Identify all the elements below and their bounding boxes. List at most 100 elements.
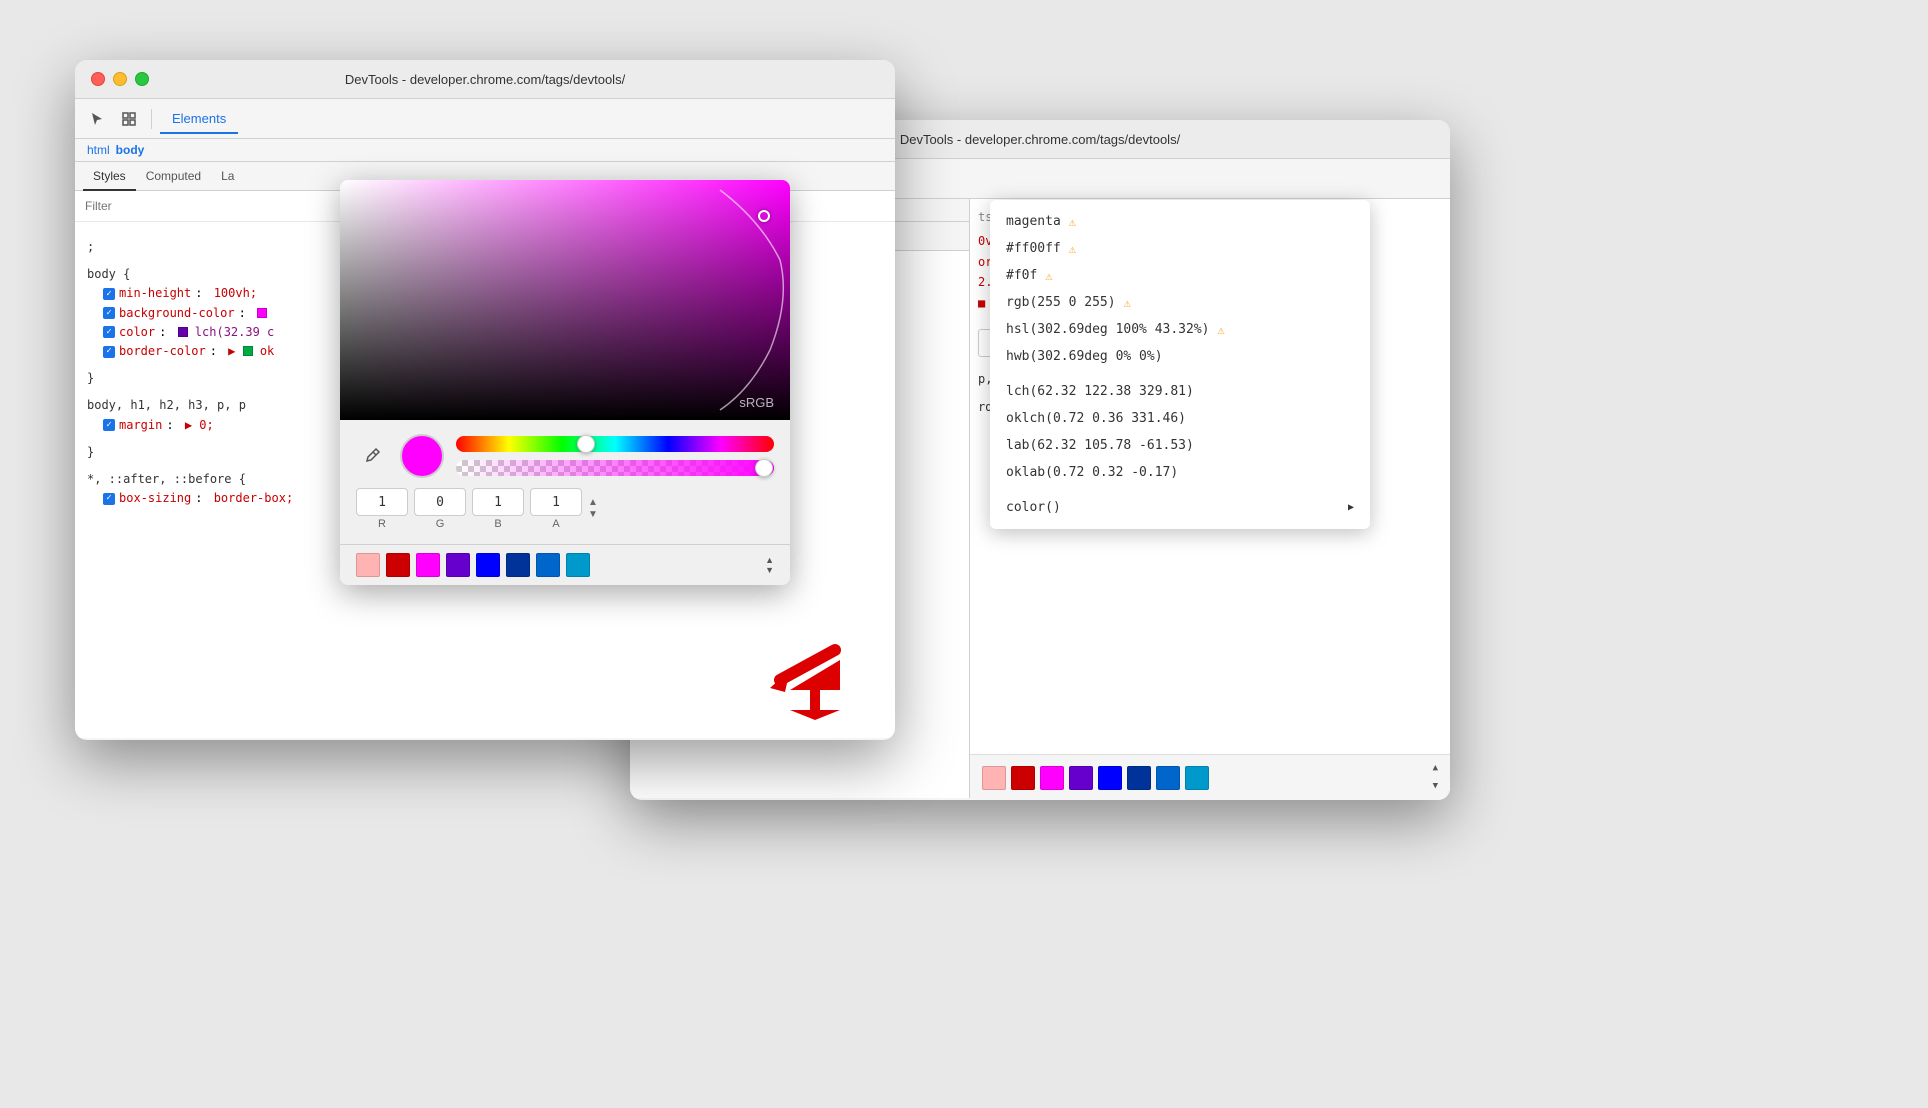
checkbox-color[interactable]: ✓ bbox=[103, 326, 115, 338]
breadcrumb-html-front[interactable]: html bbox=[87, 143, 110, 157]
alpha-slider[interactable] bbox=[456, 460, 774, 476]
input-group-a: A bbox=[530, 488, 582, 530]
dropdown-text-lch: lch(62.32 122.38 329.81) bbox=[1006, 384, 1194, 399]
maximize-button-front[interactable] bbox=[135, 72, 149, 86]
controls-row bbox=[356, 434, 774, 478]
bordercolor-swatch[interactable] bbox=[243, 346, 253, 356]
dropdown-item-hwb[interactable]: hwb(302.69deg 0% 0%) bbox=[990, 343, 1370, 370]
input-r[interactable] bbox=[356, 488, 408, 516]
dropdown-item-ff00ff[interactable]: #ff00ff ⚠ bbox=[990, 235, 1370, 262]
dropdown-item-magenta[interactable]: magenta ⚠ bbox=[990, 208, 1370, 235]
dropdown-item-hsl[interactable]: hsl(302.69deg 100% 43.32%) ⚠ bbox=[990, 316, 1370, 343]
red-arrow bbox=[760, 640, 860, 725]
toolbar-divider-front bbox=[151, 109, 152, 129]
eyedropper-button[interactable] bbox=[356, 440, 388, 472]
window-title-back: DevTools - developer.chrome.com/tags/dev… bbox=[900, 132, 1180, 147]
color-picker-popup: sRGB R bbox=[340, 180, 790, 585]
input-arrows[interactable]: ▲ ▼ bbox=[588, 498, 598, 520]
label-r: R bbox=[378, 518, 386, 530]
color-controls: R G B A ▲ ▼ bbox=[340, 420, 790, 544]
swatch-4[interactable] bbox=[476, 553, 500, 577]
dropdown-item-rgb[interactable]: rgb(255 0 255) ⚠ bbox=[990, 289, 1370, 316]
bgcolor-swatch[interactable] bbox=[257, 308, 267, 318]
dropdown-text-oklab: oklab(0.72 0.32 -0.17) bbox=[1006, 465, 1178, 480]
dropdown-item-oklch[interactable]: oklch(0.72 0.36 331.46) bbox=[990, 405, 1370, 432]
input-group-g: G bbox=[414, 488, 466, 530]
input-group-r: R bbox=[356, 488, 408, 530]
swatch-magenta-back[interactable] bbox=[1040, 766, 1064, 790]
arrow-up-icon[interactable]: ▲ bbox=[588, 498, 598, 508]
sliders-area bbox=[456, 436, 774, 476]
swatches-up-icon[interactable]: ▲ bbox=[765, 555, 774, 565]
dropdown-item-color[interactable]: color() ▶ bbox=[990, 494, 1370, 521]
hue-slider[interactable] bbox=[456, 436, 774, 452]
dropdown-text-lab: lab(62.32 105.78 -61.53) bbox=[1006, 438, 1194, 453]
panel-tab-computed-front[interactable]: Computed bbox=[136, 163, 211, 191]
dropdown-text-hsl: hsl(302.69deg 100% 43.32%) bbox=[1006, 322, 1210, 337]
input-g[interactable] bbox=[414, 488, 466, 516]
titlebar-front: DevTools - developer.chrome.com/tags/dev… bbox=[75, 60, 895, 99]
input-a[interactable] bbox=[530, 488, 582, 516]
dropdown-item-oklab[interactable]: oklab(0.72 0.32 -0.17) bbox=[990, 459, 1370, 486]
input-group-b: B bbox=[472, 488, 524, 530]
swatches-scroll-arrows[interactable]: ▲ ▼ bbox=[765, 555, 774, 575]
swatch-medblue-back[interactable] bbox=[1156, 766, 1180, 790]
warning-icon-hsl: ⚠ bbox=[1218, 323, 1225, 337]
dropdown-text-color: color() bbox=[1006, 500, 1061, 515]
swatch-7[interactable] bbox=[566, 553, 590, 577]
swatch-purple-back[interactable] bbox=[1069, 766, 1093, 790]
panel-tab-styles-front[interactable]: Styles bbox=[83, 163, 136, 191]
swatch-0[interactable] bbox=[356, 553, 380, 577]
color-pointer[interactable] bbox=[758, 210, 770, 222]
color-canvas[interactable]: sRGB bbox=[340, 180, 790, 420]
swatch-5[interactable] bbox=[506, 553, 530, 577]
close-button-front[interactable] bbox=[91, 72, 105, 86]
checkbox-bordercolor[interactable]: ✓ bbox=[103, 346, 115, 358]
swatches-arrows-back[interactable]: ▲ ▼ bbox=[1433, 761, 1438, 794]
swatch-navy-back[interactable] bbox=[1127, 766, 1151, 790]
dropdown-text-magenta: magenta bbox=[1006, 214, 1061, 229]
warning-icon-rgb: ⚠ bbox=[1124, 296, 1131, 310]
dropdown-item-lab[interactable]: lab(62.32 105.78 -61.53) bbox=[990, 432, 1370, 459]
input-b[interactable] bbox=[472, 488, 524, 516]
checkbox-minheight[interactable]: ✓ bbox=[103, 288, 115, 300]
alpha-thumb[interactable] bbox=[755, 459, 773, 477]
color-swatches: ▲ ▼ bbox=[340, 544, 790, 585]
warning-icon-f0f: ⚠ bbox=[1045, 269, 1052, 283]
traffic-lights-front bbox=[91, 72, 149, 86]
label-b: B bbox=[494, 518, 501, 530]
panel-tab-la-front[interactable]: La bbox=[211, 163, 244, 191]
cursor-icon-front[interactable] bbox=[83, 105, 111, 133]
dropdown-text-f0f: #f0f bbox=[1006, 268, 1037, 283]
dropdown-text-rgb: rgb(255 0 255) bbox=[1006, 295, 1116, 310]
swatch-red-back[interactable] bbox=[1011, 766, 1035, 790]
swatch-pink-back[interactable] bbox=[982, 766, 1006, 790]
devtools-toolbar-front: Elements bbox=[75, 99, 895, 139]
window-title-front: DevTools - developer.chrome.com/tags/dev… bbox=[345, 72, 625, 87]
dropdown-arrow-icon: ▶ bbox=[1348, 502, 1354, 513]
dropdown-text-oklch: oklch(0.72 0.36 331.46) bbox=[1006, 411, 1186, 426]
minimize-button-front[interactable] bbox=[113, 72, 127, 86]
dropdown-item-lch[interactable]: lch(62.32 122.38 329.81) bbox=[990, 378, 1370, 405]
checkbox-boxsizing[interactable]: ✓ bbox=[103, 493, 115, 505]
tab-elements-front[interactable]: Elements bbox=[160, 105, 238, 134]
color-swatch[interactable] bbox=[178, 327, 188, 337]
dropdown-text-hwb: hwb(302.69deg 0% 0%) bbox=[1006, 349, 1163, 364]
swatches-down-icon[interactable]: ▼ bbox=[765, 565, 774, 575]
hue-thumb[interactable] bbox=[577, 435, 595, 453]
swatch-cyan-back[interactable] bbox=[1185, 766, 1209, 790]
swatch-2[interactable] bbox=[416, 553, 440, 577]
label-a: A bbox=[552, 518, 559, 530]
dropdown-item-f0f[interactable]: #f0f ⚠ bbox=[990, 262, 1370, 289]
swatch-1[interactable] bbox=[386, 553, 410, 577]
dropdown-divider-1 bbox=[990, 370, 1370, 378]
inspect-icon-front[interactable] bbox=[115, 105, 143, 133]
swatch-6[interactable] bbox=[536, 553, 560, 577]
checkbox-bgcolor[interactable]: ✓ bbox=[103, 307, 115, 319]
breadcrumb-body-front[interactable]: body bbox=[116, 143, 145, 157]
color-dropdown: magenta ⚠ #ff00ff ⚠ #f0f ⚠ rgb(255 0 255… bbox=[990, 200, 1370, 529]
swatch-blue-back[interactable] bbox=[1098, 766, 1122, 790]
swatch-3[interactable] bbox=[446, 553, 470, 577]
checkbox-margin[interactable]: ✓ bbox=[103, 419, 115, 431]
arrow-down-icon[interactable]: ▼ bbox=[588, 510, 598, 520]
